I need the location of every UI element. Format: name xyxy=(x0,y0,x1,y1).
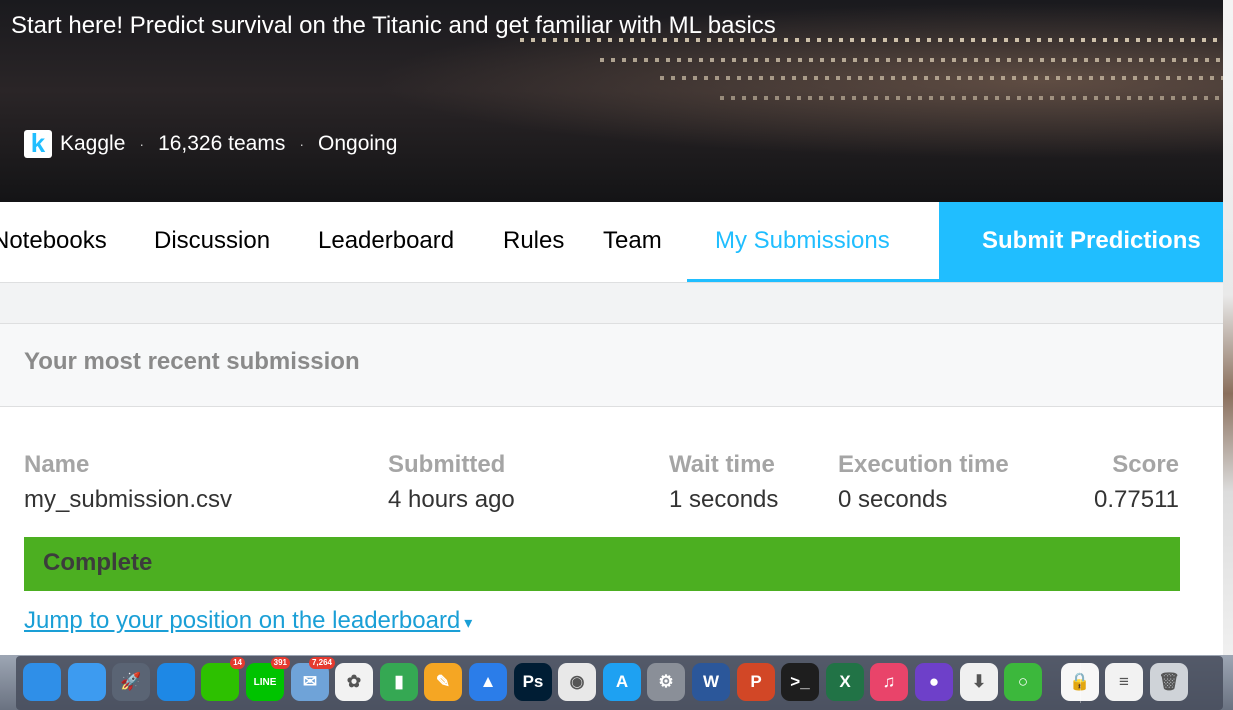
spacer-strip xyxy=(0,283,1223,324)
word-glyph: W xyxy=(702,672,720,691)
jump-link-text[interactable]: Jump to your position on the leaderboard xyxy=(24,607,460,634)
finder-icon[interactable] xyxy=(68,663,106,701)
tab-discussion[interactable]: Discussion xyxy=(154,202,270,282)
photoshop-glyph: Ps xyxy=(522,672,544,691)
caret-down-icon: ▾ xyxy=(464,615,473,632)
github-icon[interactable]: ● xyxy=(915,663,953,701)
status-bar: Complete xyxy=(24,537,1180,591)
keynote-icon[interactable]: ▲ xyxy=(469,663,507,701)
tab-leaderboard[interactable]: Leaderboard xyxy=(318,202,454,282)
installer-glyph: ⬇ xyxy=(971,672,987,691)
submitted-value: 4 hours ago xyxy=(388,486,515,513)
tab-notebooks[interactable]: Notebooks xyxy=(0,202,107,282)
wait-time-value: 1 seconds xyxy=(669,486,779,513)
refresh-ring-glyph: ○ xyxy=(1017,672,1029,691)
score-value: 0.77511 xyxy=(1094,486,1179,513)
separator: · xyxy=(299,136,304,152)
pages-glyph: ✎ xyxy=(435,672,451,691)
jump-to-leaderboard-link[interactable]: Jump to your position on the leaderboard… xyxy=(24,607,472,635)
submitted-column: Submitted 4 hours ago xyxy=(388,451,515,514)
tab-my-submissions[interactable]: My Submissions xyxy=(687,202,939,282)
competition-header: Start here! Predict survival on the Tita… xyxy=(0,0,1223,202)
score-label: Score xyxy=(1112,451,1179,478)
photoshop-icon[interactable]: Ps xyxy=(514,663,552,701)
photos-glyph: ✿ xyxy=(346,672,362,691)
tab-rules[interactable]: Rules xyxy=(503,202,564,282)
team-count: 16,326 teams xyxy=(158,132,286,155)
execution-time-value: 0 seconds xyxy=(838,486,948,513)
submitted-label: Submitted xyxy=(388,451,506,478)
background-window-edge xyxy=(1223,0,1233,656)
document-stack-glyph: ≡ xyxy=(1119,672,1129,691)
ship-lights-decoration xyxy=(660,76,1223,80)
wait-time-column: Wait time 1 seconds xyxy=(669,451,778,514)
ship-lights-decoration xyxy=(720,96,1223,100)
safari-icon-2[interactable] xyxy=(157,663,195,701)
line-icon[interactable]: LINE 391 xyxy=(246,657,290,701)
host-name[interactable]: Kaggle xyxy=(60,132,125,156)
chrome-glyph: ◉ xyxy=(569,672,585,691)
launchpad-glyph: 🚀 xyxy=(120,672,142,691)
notification-badge: 391 xyxy=(270,657,290,669)
notification-badge: 7,264 xyxy=(308,657,335,669)
itunes-glyph: ♫ xyxy=(882,672,896,691)
wechat-icon[interactable]: 14 xyxy=(201,657,245,701)
ship-lights-decoration xyxy=(600,58,1223,62)
github-glyph: ● xyxy=(928,672,940,691)
excel-icon[interactable]: X xyxy=(826,663,864,701)
trash-icon[interactable]: 🗑 xyxy=(1150,663,1188,701)
word-icon[interactable]: W xyxy=(692,663,730,701)
trash-glyph: 🗑 xyxy=(1158,672,1180,691)
powerpoint-icon[interactable]: P xyxy=(737,663,775,701)
app-store-glyph: A xyxy=(615,672,629,691)
macos-dock: 🚀 14 LINE 391 ✉ 7,264 ✿ ▮ ✎ ▲ Ps ◉ A ⚙ W P >_ X ♫ ● ⬇ ○ 🔒 ≡ 🗑 xyxy=(0,655,1233,710)
chrome-icon[interactable]: ◉ xyxy=(558,663,596,701)
document-stack-icon[interactable]: ≡ xyxy=(1105,663,1143,701)
submission-card-header: Your most recent submission xyxy=(0,324,1223,407)
line-glyph: LINE xyxy=(253,676,277,688)
wait-time-label: Wait time xyxy=(669,451,775,478)
terminal-icon[interactable]: >_ xyxy=(781,663,819,701)
launchpad-icon[interactable]: 🚀 xyxy=(112,663,150,701)
app-store-icon[interactable]: A xyxy=(603,663,641,701)
section-heading: Your most recent submission xyxy=(24,348,360,375)
competition-tabs: Notebooks Discussion Leaderboard Rules T… xyxy=(0,202,1223,283)
score-column: Score 0.77511 xyxy=(1094,451,1179,514)
photos-icon[interactable]: ✿ xyxy=(335,663,373,701)
tab-team[interactable]: Team xyxy=(603,202,662,282)
numbers-icon[interactable]: ▮ xyxy=(380,663,418,701)
itunes-icon[interactable]: ♫ xyxy=(870,663,908,701)
dock-divider xyxy=(1080,663,1081,703)
name-label: Name xyxy=(24,451,90,478)
pages-icon[interactable]: ✎ xyxy=(424,663,462,701)
excel-glyph: X xyxy=(839,672,851,691)
system-preferences-glyph: ⚙ xyxy=(658,672,674,691)
competition-meta: k Kaggle · 16,326 teams · Ongoing xyxy=(24,130,397,158)
file-name: my_submission.csv xyxy=(24,486,233,513)
installer-icon[interactable]: ⬇ xyxy=(960,663,998,701)
safari-icon[interactable] xyxy=(23,663,61,701)
status-label: Complete xyxy=(43,549,153,576)
notification-badge: 14 xyxy=(230,657,245,669)
mail-glyph: ✉ xyxy=(302,672,318,691)
keynote-glyph: ▲ xyxy=(479,672,497,691)
name-column: Name my_submission.csv xyxy=(24,451,232,514)
system-preferences-icon[interactable]: ⚙ xyxy=(647,663,685,701)
execution-time-label: Execution time xyxy=(838,451,1009,478)
competition-status: Ongoing xyxy=(318,132,398,155)
refresh-ring-icon[interactable]: ○ xyxy=(1004,663,1042,701)
mail-icon[interactable]: ✉ 7,264 xyxy=(291,657,335,701)
submission-card-body: Name my_submission.csv Submitted 4 hours… xyxy=(0,407,1223,655)
submit-predictions-button[interactable]: Submit Predictions xyxy=(939,202,1223,282)
terminal-glyph: >_ xyxy=(790,672,810,691)
powerpoint-glyph: P xyxy=(750,672,762,691)
execution-time-column: Execution time 0 seconds xyxy=(838,451,1009,514)
separator: · xyxy=(139,136,145,152)
numbers-glyph: ▮ xyxy=(394,672,404,691)
kaggle-logo-icon: k xyxy=(24,130,52,158)
competition-title: Start here! Predict survival on the Tita… xyxy=(11,12,776,39)
